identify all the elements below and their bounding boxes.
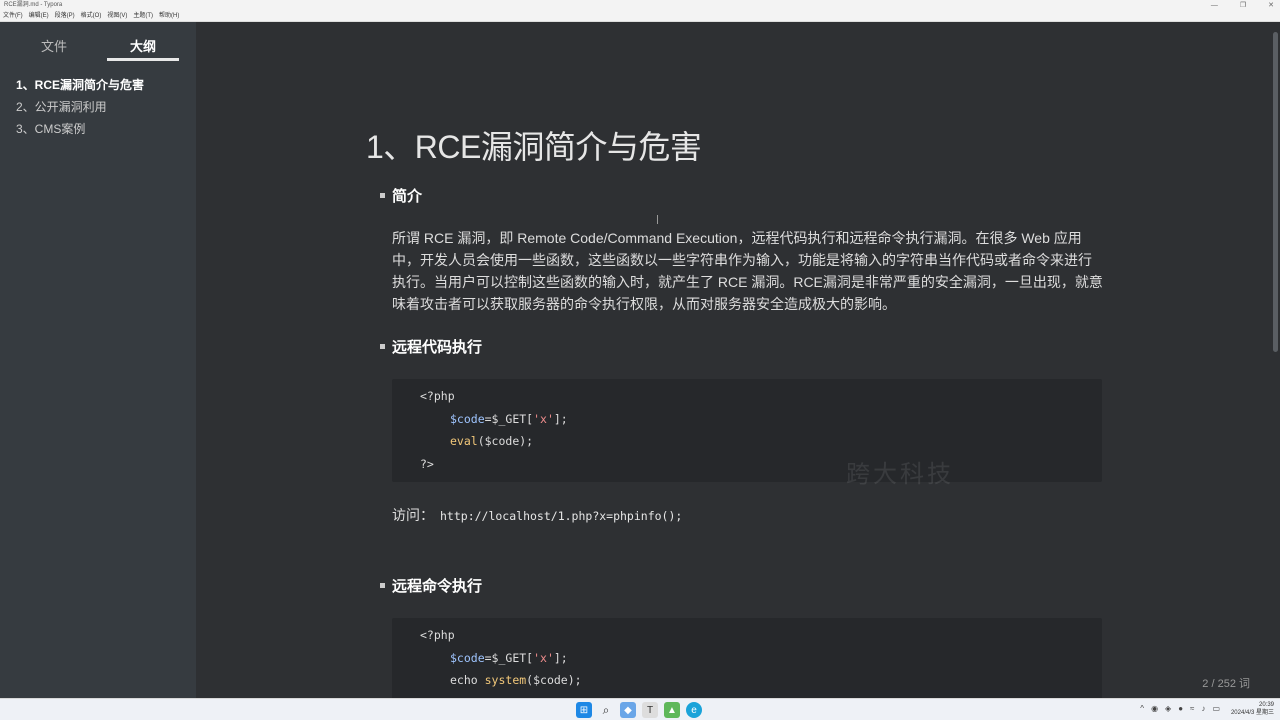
tab-outline[interactable]: 大纲 — [130, 36, 156, 55]
chevron-up-icon[interactable]: ^ — [1140, 704, 1144, 713]
scrollbar[interactable] — [1273, 32, 1278, 352]
section-intro-heading: 简介 — [380, 185, 422, 206]
section-intro-label: 简介 — [392, 188, 423, 205]
code-block-eval[interactable]: <?php $code=$_GET['x']; eval($code); ?> — [392, 379, 1102, 482]
menu-help[interactable]: 帮助(H) — [159, 11, 179, 21]
clock[interactable]: 20:39 2024/4/3 星期三 — [1231, 701, 1274, 717]
sidebar-footer: ‹ </> — [0, 670, 243, 698]
code-line: echo system($code); — [450, 673, 582, 687]
start-icon[interactable]: ⊞ — [576, 702, 592, 718]
sidebar-tabs: 文件 大纲 — [0, 22, 196, 62]
battery-icon[interactable]: ▭ — [1212, 704, 1220, 713]
tab-files[interactable]: 文件 — [41, 36, 67, 55]
intro-paragraph: 所谓 RCE 漏洞，即 Remote Code/Command Executio… — [392, 230, 1103, 312]
code-line: $code=$_GET['x']; — [450, 411, 568, 426]
editor[interactable]: 1、RCE漏洞简介与危害 简介 所谓 RCE 漏洞，即 Remote Code/… — [196, 22, 1280, 698]
menu-bar: 文件(F) 编辑(E) 段落(P) 格式(O) 视图(V) 主题(T) 帮助(H… — [0, 11, 1280, 22]
bullet-icon — [380, 192, 385, 198]
menu-view[interactable]: 视图(V) — [107, 11, 127, 21]
visit-label: 访问： — [392, 507, 434, 523]
widgets-icon[interactable]: ◆ — [620, 702, 636, 718]
code-block-system[interactable]: <?php $code=$_GET['x']; echo system($cod… — [392, 618, 1102, 698]
edge-icon[interactable]: e — [686, 702, 702, 718]
close-button[interactable]: ✕ — [1268, 0, 1274, 11]
section-rce-command-label: 远程命令执行 — [392, 578, 483, 595]
watermark: 跨大科技 — [846, 460, 954, 488]
wifi-icon[interactable]: ≈ — [1190, 704, 1194, 713]
bullet-icon — [380, 343, 385, 349]
code-line: ?> — [420, 456, 434, 471]
menu-paragraph[interactable]: 段落(P) — [55, 11, 75, 21]
code-line: $code=$_GET['x']; — [450, 650, 568, 665]
bullet-icon — [380, 582, 385, 588]
menu-theme[interactable]: 主题(T) — [133, 11, 153, 21]
microphone-icon[interactable]: ● — [1178, 704, 1183, 713]
security-icon[interactable]: ◈ — [1165, 704, 1171, 713]
system-tray: ^ ◉ ◈ ● ≈ ♪ ▭ — [1140, 704, 1220, 713]
sidebar: 文件 大纲 1、RCE漏洞简介与危害 2、公开漏洞利用 3、CMS案例 ‹ </… — [0, 22, 243, 698]
volume-icon[interactable]: ♪ — [1201, 704, 1205, 713]
active-tab-indicator — [107, 58, 179, 61]
heading-1: 1、RCE漏洞简介与危害 — [366, 129, 702, 165]
outline-list: 1、RCE漏洞简介与危害 2、公开漏洞利用 3、CMS案例 — [0, 62, 196, 138]
app-icon[interactable]: ▲ — [664, 702, 680, 718]
section-rce-code-heading: 远程代码执行 — [380, 336, 482, 357]
outline-item-rce-intro[interactable]: 1、RCE漏洞简介与危害 — [0, 72, 196, 94]
outline-item-cms-case[interactable]: 3、CMS案例 — [0, 116, 196, 138]
code-line: eval($code); — [450, 434, 534, 448]
word-count[interactable]: 2 / 252 词 — [1202, 675, 1250, 691]
outline-item-public-exploit[interactable]: 2、公开漏洞利用 — [0, 94, 196, 116]
minimize-button[interactable]: — — [1211, 0, 1218, 11]
clock-time: 20:39 — [1258, 702, 1274, 708]
code-line: <?php — [420, 628, 455, 642]
search-icon[interactable]: ⌕ — [598, 702, 614, 718]
clock-date: 2024/4/3 星期三 — [1230, 710, 1274, 716]
menu-edit[interactable]: 编辑(E) — [29, 11, 49, 21]
section-rce-command-heading: 远程命令执行 — [380, 575, 482, 596]
menu-file[interactable]: 文件(F) — [3, 11, 23, 21]
taskbar-apps: ⊞ ⌕ ◆ T ▲ e — [576, 702, 702, 718]
maximize-button[interactable]: ❐ — [1240, 0, 1246, 11]
window-title: RCE漏洞.md - Typora — [4, 2, 63, 8]
code-line: <?php — [420, 389, 455, 403]
visit-line: 访问： http://localhost/1.php?x=phpinfo(); — [392, 505, 682, 525]
section-rce-code-label: 远程代码执行 — [392, 339, 483, 356]
network-icon[interactable]: ◉ — [1151, 704, 1158, 713]
typora-icon[interactable]: T — [642, 702, 658, 718]
visit-url: http://localhost/1.php?x=phpinfo(); — [440, 509, 683, 523]
title-bar: RCE漏洞.md - Typora — ❐ ✕ — [0, 0, 1280, 11]
menu-format[interactable]: 格式(O) — [81, 11, 102, 21]
text-cursor — [657, 215, 658, 224]
taskbar: ⊞ ⌕ ◆ T ▲ e ^ ◉ ◈ ● ≈ ♪ ▭ 20:39 2024/4/3… — [0, 698, 1280, 720]
